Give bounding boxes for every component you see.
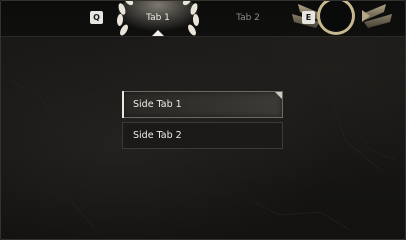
side-tab-2-label: Side Tab 2 (133, 130, 182, 141)
side-tab-2[interactable]: Side Tab 2 (122, 122, 283, 149)
rank-emblem-icon (292, 0, 392, 35)
game-menu-screen: Q Tab 1 Tab 2 E Side Tab 1 Side Tab 2 (0, 0, 406, 240)
side-tab-1[interactable]: Side Tab 1 (122, 91, 283, 118)
tab-1[interactable]: Tab 1 (138, 12, 178, 24)
tab-2[interactable]: Tab 2 (228, 12, 268, 24)
selection-indicator (122, 91, 124, 118)
q-key-prompt[interactable]: Q (90, 11, 103, 24)
corner-accent-icon (275, 92, 282, 99)
top-tab-bar: Q Tab 1 Tab 2 E (0, 0, 406, 37)
side-tab-1-label: Side Tab 1 (133, 99, 182, 110)
e-key-prompt[interactable]: E (302, 11, 315, 24)
